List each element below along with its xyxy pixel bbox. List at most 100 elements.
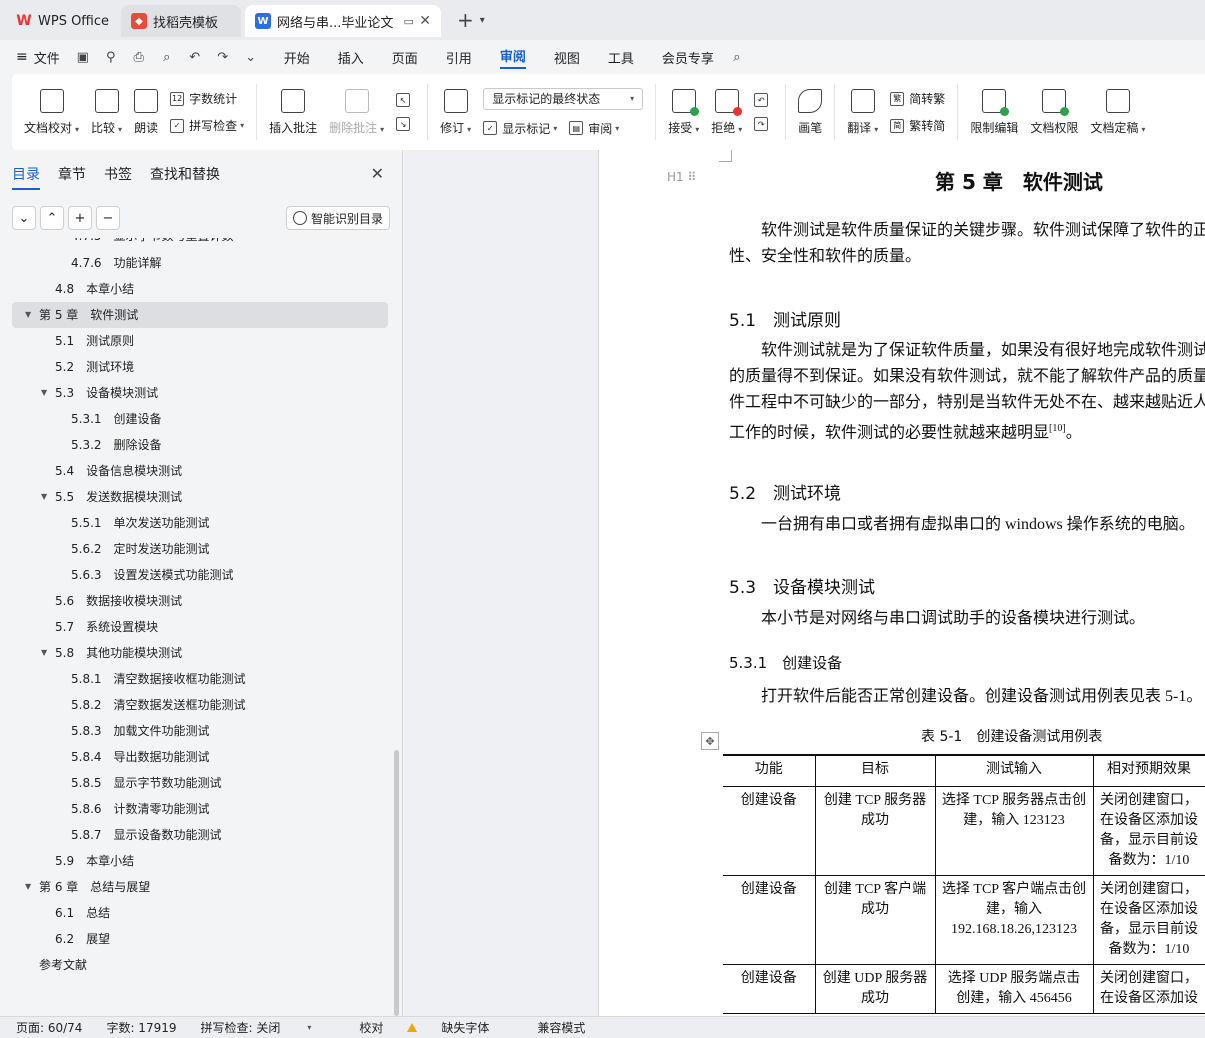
markup-mode-select[interactable]: 显示标记的最终状态 ▾: [483, 87, 644, 110]
to-traditional-button[interactable]: 繁简转繁: [890, 90, 945, 107]
nav-tab-toc[interactable]: 目录: [12, 164, 40, 190]
toc-item[interactable]: 5.6.3 设置发送模式功能测试: [0, 562, 400, 588]
tab-wps-office[interactable]: W WPS Office: [6, 5, 119, 37]
nav-tab-find-replace[interactable]: 查找和替换: [150, 164, 220, 190]
toc-item[interactable]: 参考文献: [0, 952, 400, 978]
toc-item[interactable]: 5.9 本章小结: [0, 848, 400, 874]
toc-item[interactable]: 4.7.6 功能详解: [0, 250, 400, 276]
document-page[interactable]: H1 ⠿ 第 5 章 软件测试 软件测试是软件质量保证的关键步骤。软件测试保障了…: [598, 150, 1205, 1016]
pen-button[interactable]: 画笔: [792, 88, 828, 136]
nav-tab-chapters[interactable]: 章节: [58, 164, 86, 190]
menu-tab-start[interactable]: 开始: [284, 48, 310, 67]
tab-template[interactable]: ◆ 找稻壳模板: [121, 5, 242, 37]
toc-item[interactable]: 5.1 测试原则: [0, 328, 400, 354]
citation-ref[interactable]: [10]: [1049, 423, 1066, 434]
file-menu[interactable]: ≡ 文件: [16, 48, 60, 67]
missing-font-status[interactable]: 缺失字体: [407, 1019, 513, 1036]
heading-handle-icon[interactable]: H1 ⠿: [667, 170, 696, 184]
proofread-status[interactable]: 校对: [359, 1019, 383, 1036]
save-icon[interactable]: ▣: [74, 48, 92, 66]
spell-check-status[interactable]: 拼写检查: 关闭 ▾: [201, 1019, 336, 1036]
show-markup-button[interactable]: ✓ 显示标记 ▾: [483, 120, 557, 137]
window-icon[interactable]: ▭: [403, 15, 413, 28]
next-comment-button[interactable]: ↘: [396, 117, 415, 131]
print-preview-icon[interactable]: ⌕: [158, 48, 176, 66]
expand-arrow-icon[interactable]: ▼: [41, 380, 47, 406]
revise-button[interactable]: 修订 ▾: [434, 88, 477, 136]
toc-scrollbar[interactable]: [394, 750, 399, 1016]
toc-item[interactable]: 5.5.1 单次发送功能测试: [0, 510, 400, 536]
compare-button[interactable]: 比较 ▾: [85, 88, 128, 136]
toc-item[interactable]: 5.4 设备信息模块测试: [0, 458, 400, 484]
smart-toc-button[interactable]: 智能识别目录: [286, 206, 390, 230]
toc-item[interactable]: 4.7.5 显示字节数与重置计数: [0, 238, 400, 250]
menu-tab-reference[interactable]: 引用: [446, 48, 472, 67]
spell-check-button[interactable]: ✓ 拼写检查 ▾: [170, 117, 244, 134]
toc-item[interactable]: 5.8.7 显示设备数功能测试: [0, 822, 400, 848]
remove-heading-button[interactable]: −: [96, 206, 120, 230]
redo-icon[interactable]: ↷: [214, 48, 232, 66]
toc-item[interactable]: 5.7 系统设置模块: [0, 614, 400, 640]
toc-item[interactable]: 5.8.1 清空数据接收框功能测试: [0, 666, 400, 692]
toc-item[interactable]: 5.8.5 显示字节数功能测试: [0, 770, 400, 796]
search-icon[interactable]: ⌕: [728, 48, 746, 66]
toc-item[interactable]: ▼ 5.5 发送数据模块测试: [0, 484, 400, 510]
toc-item[interactable]: 5.8.2 清空数据发送框功能测试: [0, 692, 400, 718]
finalize-button[interactable]: 文档定稿 ▾: [1084, 88, 1151, 136]
close-pane-icon[interactable]: ✕: [371, 164, 384, 183]
to-simplified-button[interactable]: 简繁转简: [890, 117, 945, 134]
menu-tab-vip[interactable]: 会员专享: [662, 48, 714, 67]
accept-button[interactable]: 接受 ▾: [662, 88, 705, 136]
reject-button[interactable]: 拒绝 ▾: [705, 88, 748, 136]
read-aloud-button[interactable]: 朗读: [128, 88, 164, 136]
menu-tab-page[interactable]: 页面: [392, 48, 418, 67]
toc-item[interactable]: 6.2 展望: [0, 926, 400, 952]
collapse-up-button[interactable]: ⌃: [40, 206, 64, 230]
chevron-down-icon[interactable]: ▾: [480, 15, 485, 26]
toc-item[interactable]: 5.8.3 加载文件功能测试: [0, 718, 400, 744]
toc-item[interactable]: ▼ 第 5 章 软件测试: [12, 302, 388, 328]
toc-item[interactable]: 5.8.4 导出数据功能测试: [0, 744, 400, 770]
expand-arrow-icon[interactable]: ▼: [25, 874, 31, 900]
toc-item[interactable]: ▼ 5.8 其他功能模块测试: [0, 640, 400, 666]
toc-item[interactable]: 5.2 测试环境: [0, 354, 400, 380]
toc-item[interactable]: 4.8 本章小结: [0, 276, 400, 302]
toc-item[interactable]: 5.8.6 计数清零功能测试: [0, 796, 400, 822]
toc-item[interactable]: 5.3.1 创建设备: [0, 406, 400, 432]
page-count[interactable]: 页面: 60/74: [16, 1019, 82, 1036]
prev-comment-button[interactable]: ↖: [396, 93, 415, 107]
next-change-button[interactable]: ↷: [754, 117, 773, 131]
toc-item[interactable]: ▼ 5.3 设备模块测试: [0, 380, 400, 406]
translate-button[interactable]: 翻译 ▾: [841, 88, 884, 136]
menu-tab-tools[interactable]: 工具: [608, 48, 634, 67]
tab-document[interactable]: W 网络与串...毕业论文 ▭ ✕: [245, 5, 442, 37]
new-tab-icon[interactable]: +: [457, 8, 474, 32]
toc-item[interactable]: ▼ 第 6 章 总结与展望: [0, 874, 400, 900]
more-chevron-icon[interactable]: ⌄: [242, 48, 260, 66]
menu-tab-insert[interactable]: 插入: [338, 48, 364, 67]
toc-item[interactable]: 5.3.2 删除设备: [0, 432, 400, 458]
toc-item[interactable]: 5.6 数据接收模块测试: [0, 588, 400, 614]
menu-tab-review[interactable]: 审阅: [499, 46, 526, 69]
print-icon[interactable]: ⎙: [130, 48, 148, 66]
doc-check-button[interactable]: 文档校对 ▾: [18, 88, 85, 136]
table-move-handle-icon[interactable]: ✥: [701, 732, 719, 750]
restrict-edit-button[interactable]: 限制编辑: [964, 88, 1024, 136]
expand-arrow-icon[interactable]: ▼: [25, 302, 31, 328]
word-count[interactable]: 字数: 17919: [106, 1019, 176, 1036]
insert-comment-button[interactable]: 插入批注: [263, 88, 323, 136]
expand-arrow-icon[interactable]: ▼: [41, 640, 47, 666]
expand-down-button[interactable]: ⌄: [12, 206, 36, 230]
close-tab-icon[interactable]: ✕: [419, 13, 431, 29]
word-count-button[interactable]: 12 字数统计: [170, 90, 244, 107]
menu-tab-view[interactable]: 视图: [554, 48, 580, 67]
delete-comment-button[interactable]: 删除批注 ▾: [323, 88, 390, 136]
add-heading-button[interactable]: +: [68, 206, 92, 230]
review-pane-button[interactable]: ▤ 审阅 ▾: [569, 120, 619, 137]
nav-tab-bookmarks[interactable]: 书签: [104, 164, 132, 190]
share-icon[interactable]: ⚲: [102, 48, 120, 66]
toc-item[interactable]: 6.1 总结: [0, 900, 400, 926]
expand-arrow-icon[interactable]: ▼: [41, 484, 47, 510]
toc-item[interactable]: 5.6.2 定时发送功能测试: [0, 536, 400, 562]
undo-icon[interactable]: ↶: [186, 48, 204, 66]
